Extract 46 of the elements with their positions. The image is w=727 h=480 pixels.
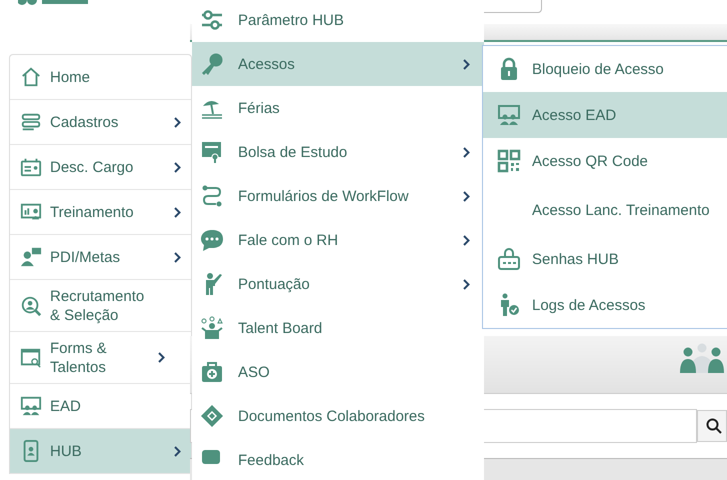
logo-drawing xyxy=(18,0,88,6)
team-icon xyxy=(200,316,224,340)
chat-bubble-icon xyxy=(200,228,224,252)
people-icon xyxy=(679,343,725,373)
sliders-icon xyxy=(200,8,224,32)
medical-kit-icon xyxy=(200,360,224,384)
qr-code-icon xyxy=(497,149,521,173)
menu-item[interactable]: Formulários de WorkFlow xyxy=(192,174,484,218)
menu-item[interactable]: Parâmetro HUB xyxy=(192,0,484,42)
document-icon xyxy=(200,404,224,428)
certificate-icon xyxy=(200,140,224,164)
sidebar-item[interactable]: Recrutamento & Seleção xyxy=(10,280,191,332)
keyboard-lock-icon xyxy=(497,247,521,271)
menu-item[interactable]: Férias xyxy=(192,86,484,130)
menu-item[interactable]: Feedback xyxy=(192,438,484,480)
menu-item[interactable]: Acesso Lanc. Treinamento xyxy=(483,184,727,236)
key-icon xyxy=(200,52,224,76)
menu-item[interactable]: Acesso EAD xyxy=(483,92,727,138)
person-chat-icon xyxy=(20,246,42,268)
search-icon xyxy=(706,418,722,434)
classroom-icon xyxy=(497,103,521,127)
id-card-icon xyxy=(20,156,42,178)
menu-item[interactable]: Fale com o RH xyxy=(192,218,484,262)
menu-item[interactable]: Logs de Acessos xyxy=(483,282,727,328)
menu-item[interactable]: Talent Board xyxy=(192,306,484,350)
sidebar-item[interactable]: HUB xyxy=(10,429,191,474)
form-search-icon xyxy=(20,346,42,368)
person-search-icon xyxy=(20,294,42,316)
menu-item[interactable]: Bloqueio de Acesso xyxy=(483,46,727,92)
menu-item[interactable]: Bolsa de Estudo xyxy=(192,130,484,174)
list-icon xyxy=(20,111,42,133)
search-button[interactable] xyxy=(697,410,727,442)
menu-item[interactable]: Pontuação xyxy=(192,262,484,306)
home-icon xyxy=(20,66,42,88)
menu-item[interactable]: Documentos Colaboradores xyxy=(192,394,484,438)
menu-item[interactable]: ASO xyxy=(192,350,484,394)
sidebar-item[interactable]: Cadastros xyxy=(10,100,191,145)
workflow-icon xyxy=(200,184,224,208)
menu-item[interactable]: Acessos xyxy=(192,42,484,86)
sidebar-item[interactable]: Treinamento xyxy=(10,190,191,235)
classroom-icon xyxy=(20,395,42,417)
menu-item[interactable]: Senhas HUB xyxy=(483,236,727,282)
sidebar-item[interactable]: PDI/Metas xyxy=(10,235,191,280)
menu-item[interactable]: Acesso QR Code xyxy=(483,138,727,184)
sidebar-item[interactable]: Home xyxy=(10,55,191,100)
sidebar-item[interactable]: Desc. Cargo xyxy=(10,145,191,190)
